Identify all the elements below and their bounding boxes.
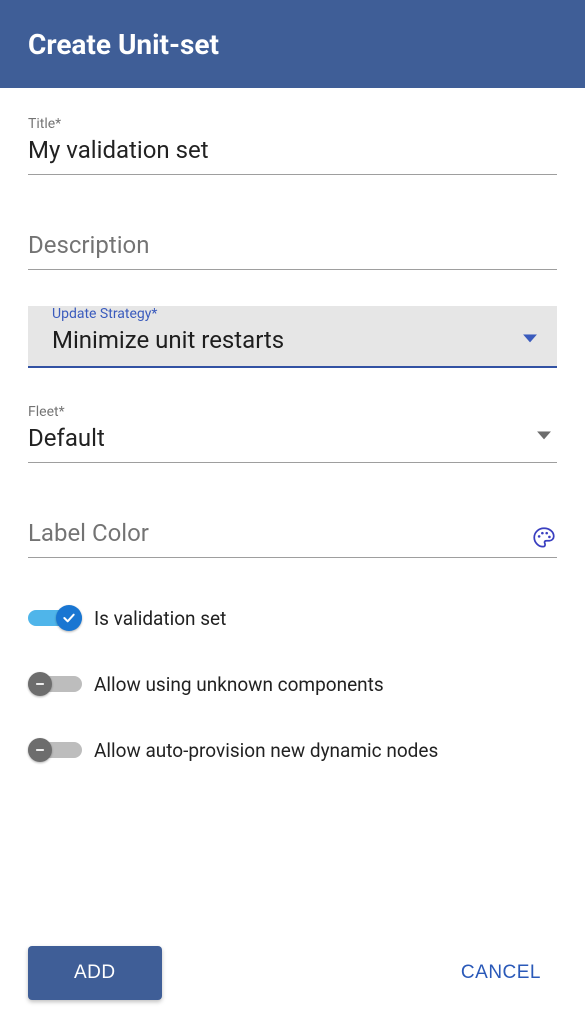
palette-icon[interactable] bbox=[531, 525, 557, 551]
minus-icon bbox=[28, 738, 52, 762]
label-color-input[interactable] bbox=[28, 517, 557, 549]
allow-unknown-components-row: Allow using unknown components bbox=[28, 672, 557, 696]
title-input[interactable] bbox=[28, 134, 557, 166]
dialog-header: Create Unit-set bbox=[0, 0, 585, 88]
title-label: Title* bbox=[28, 116, 61, 132]
update-strategy-select[interactable]: Update Strategy* Minimize unit restarts bbox=[28, 306, 557, 368]
fleet-select[interactable]: Fleet* Default bbox=[28, 404, 557, 463]
dialog-footer: ADD CANCEL bbox=[0, 946, 585, 1012]
dialog-content: Title* Update Strategy* Minimize unit re… bbox=[0, 88, 585, 762]
fleet-value: Default bbox=[28, 422, 557, 454]
update-strategy-value: Minimize unit restarts bbox=[52, 324, 533, 356]
chevron-down-icon bbox=[523, 334, 537, 342]
allow-unknown-components-label: Allow using unknown components bbox=[94, 673, 384, 696]
allow-auto-provision-label: Allow auto-provision new dynamic nodes bbox=[94, 739, 438, 762]
is-validation-set-toggle[interactable] bbox=[28, 606, 82, 630]
update-strategy-label: Update Strategy* bbox=[52, 306, 157, 322]
description-field[interactable] bbox=[28, 211, 557, 270]
label-color-field[interactable] bbox=[28, 499, 557, 558]
check-icon bbox=[56, 605, 82, 631]
chevron-down-icon bbox=[537, 431, 551, 439]
cancel-button[interactable]: CANCEL bbox=[445, 950, 557, 996]
allow-auto-provision-row: Allow auto-provision new dynamic nodes bbox=[28, 738, 557, 762]
is-validation-set-row: Is validation set bbox=[28, 606, 557, 630]
fleet-label: Fleet* bbox=[28, 404, 65, 420]
dialog-title: Create Unit-set bbox=[28, 28, 219, 61]
add-button[interactable]: ADD bbox=[28, 946, 162, 1000]
minus-icon bbox=[28, 672, 52, 696]
title-field[interactable]: Title* bbox=[28, 116, 557, 175]
allow-unknown-components-toggle[interactable] bbox=[28, 672, 82, 696]
allow-auto-provision-toggle[interactable] bbox=[28, 738, 82, 762]
is-validation-set-label: Is validation set bbox=[94, 607, 226, 630]
description-input[interactable] bbox=[28, 229, 557, 261]
